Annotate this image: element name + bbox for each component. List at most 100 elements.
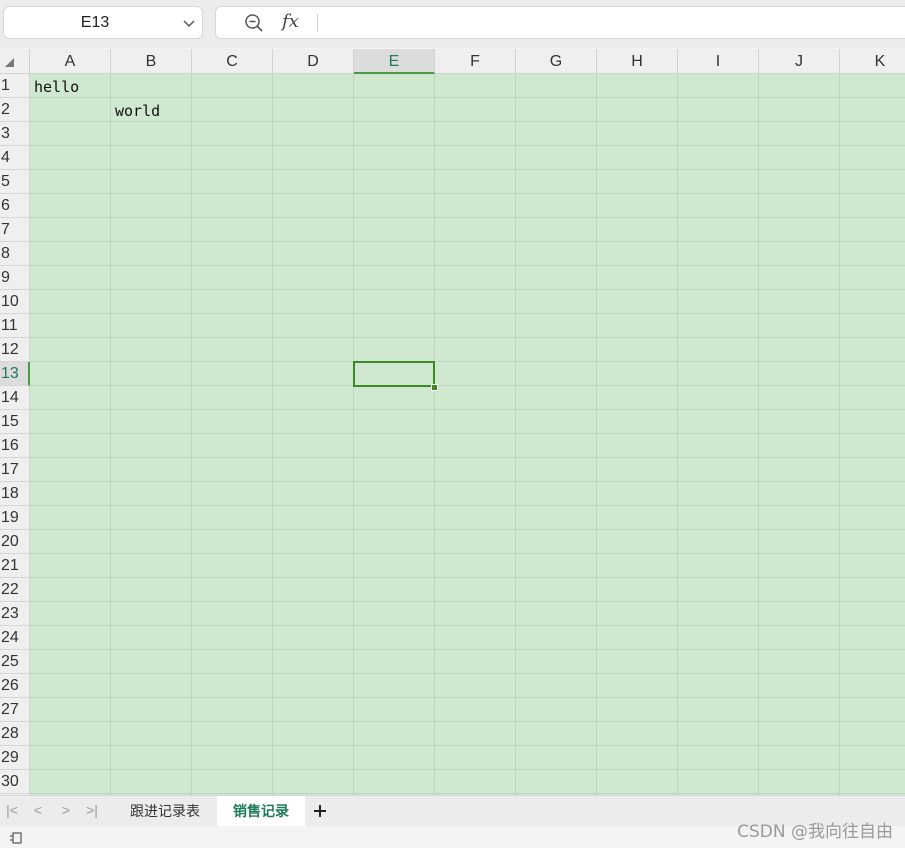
grid-line-vertical <box>272 74 273 795</box>
function-icon[interactable]: fx <box>282 10 306 34</box>
row-header-19[interactable]: 19 <box>0 506 30 530</box>
grid-line-vertical <box>596 74 597 795</box>
grid-line-horizontal <box>30 673 905 674</box>
zoom-out-icon[interactable] <box>244 13 264 33</box>
row-header-8[interactable]: 8 <box>0 242 30 266</box>
grid-line-horizontal <box>30 553 905 554</box>
column-header-g[interactable]: G <box>516 49 597 74</box>
grid-line-horizontal <box>30 337 905 338</box>
row-header-27[interactable]: 27 <box>0 698 30 722</box>
spreadsheet-app: E13 fx ABCDEFGHIJK 1 2 3 4 5 6 7 8 9 10 11 12 13 14 15… <box>0 0 905 848</box>
column-header-h[interactable]: H <box>597 49 678 74</box>
watermark: CSDN @我向往自由 <box>737 822 893 842</box>
add-sheet-icon[interactable] <box>311 802 329 820</box>
formula-input[interactable] <box>324 7 905 38</box>
row-header: 1 2 3 4 5 6 7 8 9 10 11 12 13 14 15 16 17 18 19 20 21 22 23 24 2… <box>0 74 30 795</box>
macro-record-icon[interactable] <box>8 830 24 846</box>
name-box-value[interactable]: E13 <box>4 7 186 38</box>
fill-handle[interactable] <box>431 384 438 391</box>
row-header-16[interactable]: 16 <box>0 434 30 458</box>
first-sheet-icon[interactable]: |< <box>3 801 21 819</box>
grid-line-vertical <box>353 74 354 795</box>
grid-line-vertical <box>191 74 192 795</box>
grid-line-horizontal <box>30 601 905 602</box>
row-header-21[interactable]: 21 <box>0 554 30 578</box>
grid-line-horizontal <box>30 481 905 482</box>
column-header-b[interactable]: B <box>111 49 192 74</box>
cell-a1[interactable]: hello <box>30 74 79 98</box>
column-header-a[interactable]: A <box>30 49 111 74</box>
formula-box: fx <box>215 6 905 39</box>
row-header-9[interactable]: 9 <box>0 266 30 290</box>
grid-line-horizontal <box>30 265 905 266</box>
sheet-tab[interactable]: 跟进记录表 <box>113 796 217 826</box>
status-bar: CSDN @我向往自由 <box>0 822 905 848</box>
row-header-29[interactable]: 29 <box>0 746 30 770</box>
row-header-14[interactable]: 14 <box>0 386 30 410</box>
row-header-13[interactable]: 13 <box>0 362 30 386</box>
grid-line-vertical <box>839 74 840 795</box>
row-header-5[interactable]: 5 <box>0 170 30 194</box>
grid-line-vertical <box>515 74 516 795</box>
row-header-10[interactable]: 10 <box>0 290 30 314</box>
row-header-25[interactable]: 25 <box>0 650 30 674</box>
grid-line-horizontal <box>30 529 905 530</box>
name-box[interactable]: E13 <box>3 6 203 39</box>
grid-line-horizontal <box>30 721 905 722</box>
row-header-15[interactable]: 15 <box>0 410 30 434</box>
sheet-tab[interactable]: 销售记录 <box>217 796 305 826</box>
grid-line-horizontal <box>30 97 905 98</box>
next-sheet-icon[interactable]: > <box>57 801 75 819</box>
active-cell-selection[interactable] <box>353 361 435 387</box>
row-header-23[interactable]: 23 <box>0 602 30 626</box>
grid-line-horizontal <box>30 241 905 242</box>
column-header-j[interactable]: J <box>759 49 840 74</box>
grid-line-horizontal <box>30 289 905 290</box>
row-header-12[interactable]: 12 <box>0 338 30 362</box>
grid-line-horizontal <box>30 169 905 170</box>
row-header-24[interactable]: 24 <box>0 626 30 650</box>
grid-line-vertical <box>677 74 678 795</box>
row-header-4[interactable]: 4 <box>0 146 30 170</box>
chevron-down-icon[interactable] <box>182 16 196 30</box>
formula-divider <box>317 14 318 32</box>
prev-sheet-icon[interactable]: < <box>29 801 47 819</box>
cell-area[interactable]: hello world <box>30 74 905 795</box>
row-header-26[interactable]: 26 <box>0 674 30 698</box>
grid-line-horizontal <box>30 577 905 578</box>
last-sheet-icon[interactable]: >| <box>83 801 101 819</box>
row-header-20[interactable]: 20 <box>0 530 30 554</box>
grid-line-horizontal <box>30 697 905 698</box>
row-header-30[interactable]: 30 <box>0 770 30 794</box>
grid-line-vertical <box>110 74 111 795</box>
row-header-2[interactable]: 2 <box>0 98 30 122</box>
row-header-7[interactable]: 7 <box>0 218 30 242</box>
column-header-c[interactable]: C <box>192 49 273 74</box>
column-header-i[interactable]: I <box>678 49 759 74</box>
row-header-17[interactable]: 17 <box>0 458 30 482</box>
column-header-d[interactable]: D <box>273 49 354 74</box>
grid-line-horizontal <box>30 385 905 386</box>
select-all-corner[interactable] <box>0 49 30 74</box>
row-header-28[interactable]: 28 <box>0 722 30 746</box>
row-header-3[interactable]: 3 <box>0 122 30 146</box>
row-header-18[interactable]: 18 <box>0 482 30 506</box>
row-header-11[interactable]: 11 <box>0 314 30 338</box>
row-header-22[interactable]: 22 <box>0 578 30 602</box>
column-header: ABCDEFGHIJK <box>30 49 905 74</box>
cell-b2[interactable]: world <box>111 98 160 122</box>
sheet-grid: ABCDEFGHIJK 1 2 3 4 5 6 7 8 9 10 11 12 13 14 15 16 17 18 1… <box>0 49 905 795</box>
column-header-k[interactable]: K <box>840 49 905 74</box>
grid-line-horizontal <box>30 745 905 746</box>
grid-line-horizontal <box>30 121 905 122</box>
formula-bar: E13 fx <box>0 0 905 48</box>
grid-line-horizontal <box>30 145 905 146</box>
row-header-1[interactable]: 1 <box>0 74 30 98</box>
grid-line-horizontal <box>30 193 905 194</box>
grid-line-vertical <box>758 74 759 795</box>
column-header-e[interactable]: E <box>354 49 435 74</box>
column-header-f[interactable]: F <box>435 49 516 74</box>
grid-line-horizontal <box>30 649 905 650</box>
select-all-triangle-icon <box>5 58 14 67</box>
row-header-6[interactable]: 6 <box>0 194 30 218</box>
